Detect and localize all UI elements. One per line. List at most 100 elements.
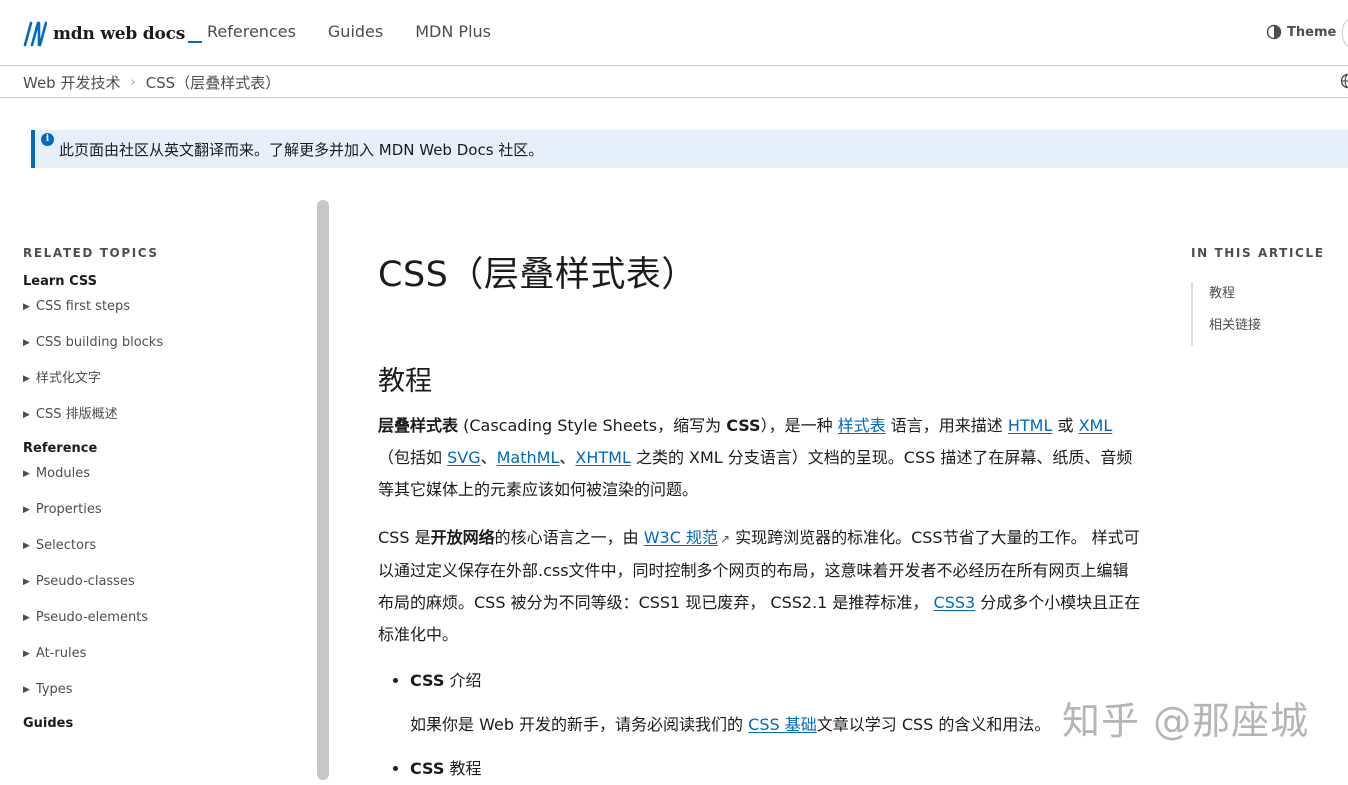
language-icon[interactable]: [1340, 73, 1348, 89]
sidebar-item-label: Types: [36, 672, 73, 708]
expand-triangle-icon: ▶: [23, 600, 30, 636]
expand-triangle-icon: ▶: [23, 289, 30, 325]
link-stylesheet[interactable]: 样式表: [838, 416, 886, 435]
expand-triangle-icon: ▶: [23, 325, 30, 361]
theme-label: Theme: [1287, 25, 1336, 40]
sidebar-title: RELATED TOPICS: [23, 246, 313, 260]
info-icon: i: [41, 133, 54, 146]
link-w3c-spec[interactable]: W3C 规范: [644, 528, 718, 547]
text-span: CSS 是: [378, 528, 431, 547]
zhihu-watermark: 知乎 @那座城: [1062, 690, 1309, 745]
link-css3[interactable]: CSS3: [934, 593, 976, 612]
text-span: ），是一种: [761, 416, 838, 435]
text-span: 、: [559, 448, 575, 467]
breadcrumb: Web 开发技术 › CSS（层叠样式表）: [23, 72, 280, 93]
notice-text: 此页面由社区从英文翻译而来。了解更多并加入 MDN Web Docs 社区。: [59, 139, 543, 160]
sidebar-item-label: Modules: [36, 456, 90, 492]
logo-text: mdn web docs: [53, 24, 185, 44]
expand-triangle-icon: ▶: [23, 361, 30, 397]
page-title: CSS（层叠样式表）: [378, 246, 1143, 297]
toc-title: IN THIS ARTICLE: [1191, 246, 1348, 260]
list-item-bold: CSS: [410, 671, 444, 690]
term-bold: 层叠样式表: [378, 416, 458, 435]
mdn-logo[interactable]: mdn web docs: [23, 20, 202, 48]
section-heading-tutorial: 教程: [378, 359, 1143, 398]
term-bold: 开放网络: [431, 528, 495, 547]
sidebar-item-pseudo-classes[interactable]: ▶Pseudo-classes: [23, 564, 313, 600]
text-span: 文章以学习 CSS 的含义和用法。: [817, 715, 1051, 734]
breadcrumb-css[interactable]: CSS（层叠样式表）: [146, 72, 281, 93]
translation-notice: i 此页面由社区从英文翻译而来。了解更多并加入 MDN Web Docs 社区。: [31, 130, 1348, 168]
sidebar-group-learn-css[interactable]: Learn CSS: [23, 274, 313, 289]
nav-references[interactable]: References: [207, 22, 296, 41]
sidebar-item-properties[interactable]: ▶Properties: [23, 492, 313, 528]
external-link-icon: ↗: [720, 532, 730, 546]
text-span: (Cascading Style Sheets，缩写为: [458, 416, 726, 435]
sidebar-item-label: Pseudo-elements: [36, 600, 148, 636]
breadcrumb-bar: Web 开发技术 › CSS（层叠样式表）: [0, 66, 1348, 98]
sidebar-item-label: Pseudo-classes: [36, 564, 135, 600]
expand-triangle-icon: ▶: [23, 492, 30, 528]
toc-list: 教程 相关链接: [1191, 282, 1348, 346]
link-css-basics[interactable]: CSS 基础: [748, 715, 817, 734]
link-svg[interactable]: SVG: [447, 448, 481, 467]
list-item-description: 如果你是 Web 开发的新手，请务必阅读我们的 CSS 基础文章以学习 CSS …: [410, 709, 1143, 741]
text-span: 如果你是 Web 开发的新手，请务必阅读我们的: [410, 715, 748, 734]
text-span: 或: [1052, 416, 1078, 435]
sidebar-item-pseudo-elements[interactable]: ▶Pseudo-elements: [23, 600, 313, 636]
list-item-bold: CSS: [410, 759, 444, 778]
expand-triangle-icon: ▶: [23, 564, 30, 600]
breadcrumb-web-tech[interactable]: Web 开发技术: [23, 72, 120, 93]
theme-contrast-icon: [1266, 24, 1282, 40]
sidebar-item-modules[interactable]: ▶Modules: [23, 456, 313, 492]
sidebar-item-css-first-steps[interactable]: ▶CSS first steps: [23, 289, 313, 325]
top-header: mdn web docs References Guides MDN Plus …: [0, 0, 1348, 66]
in-this-article: IN THIS ARTICLE 教程 相关链接: [1191, 246, 1348, 346]
sidebar-group-reference[interactable]: Reference: [23, 441, 313, 456]
link-xhtml[interactable]: XHTML: [575, 448, 630, 467]
link-mathml[interactable]: MathML: [497, 448, 560, 467]
list-item-label: 教程: [444, 759, 481, 778]
text-span: 、: [481, 448, 497, 467]
term-bold: CSS: [726, 416, 760, 435]
sidebar-item-label: CSS first steps: [36, 289, 130, 325]
logo-cursor: [188, 41, 202, 43]
text-span: 语言，用来描述: [886, 416, 1008, 435]
list-item: CSS 介绍 如果你是 Web 开发的新手，请务必阅读我们的 CSS 基础文章以…: [410, 665, 1143, 741]
sidebar-item-selectors[interactable]: ▶Selectors: [23, 528, 313, 564]
list-item: CSS 教程: [410, 753, 1143, 785]
intro-paragraph: 层叠样式表 (Cascading Style Sheets，缩写为 CSS），是…: [378, 410, 1143, 506]
link-xml[interactable]: XML: [1079, 416, 1113, 435]
toc-item-tutorial[interactable]: 教程: [1209, 282, 1348, 314]
theme-button[interactable]: Theme: [1266, 24, 1336, 40]
sidebar: RELATED TOPICS Learn CSS ▶CSS first step…: [23, 246, 313, 731]
sidebar-item-label: 样式化文字: [36, 361, 101, 397]
sidebar-item-styling-text[interactable]: ▶样式化文字: [23, 361, 313, 397]
sidebar-item-label: At-rules: [36, 636, 86, 672]
expand-triangle-icon: ▶: [23, 456, 30, 492]
expand-triangle-icon: ▶: [23, 528, 30, 564]
list-item-label: 介绍: [444, 671, 481, 690]
sidebar-item-label: CSS 排版概述: [36, 397, 118, 433]
expand-triangle-icon: ▶: [23, 397, 30, 433]
expand-triangle-icon: ▶: [23, 636, 30, 672]
second-paragraph: CSS 是开放网络的核心语言之一，由 W3C 规范↗ 实现跨浏览器的标准化。CS…: [378, 522, 1143, 651]
link-html[interactable]: HTML: [1008, 416, 1053, 435]
sidebar-item-types[interactable]: ▶Types: [23, 672, 313, 708]
expand-triangle-icon: ▶: [23, 672, 30, 708]
sidebar-item-css-building-blocks[interactable]: ▶CSS building blocks: [23, 325, 313, 361]
sidebar-scrollbar[interactable]: [317, 200, 329, 780]
main-content: CSS（层叠样式表） 教程 层叠样式表 (Cascading Style She…: [378, 246, 1143, 785]
sidebar-item-label: Properties: [36, 492, 102, 528]
sidebar-group-guides[interactable]: Guides: [23, 716, 313, 731]
topic-list: CSS 介绍 如果你是 Web 开发的新手，请务必阅读我们的 CSS 基础文章以…: [410, 665, 1143, 785]
sidebar-item-css-layout[interactable]: ▶CSS 排版概述: [23, 397, 313, 433]
text-span: 的核心语言之一，由: [495, 528, 644, 547]
breadcrumb-separator: ›: [130, 75, 135, 90]
sidebar-item-label: CSS building blocks: [36, 325, 163, 361]
toc-item-related-links[interactable]: 相关链接: [1209, 314, 1348, 346]
sidebar-item-at-rules[interactable]: ▶At-rules: [23, 636, 313, 672]
nav-guides[interactable]: Guides: [328, 22, 383, 41]
header-login-button-edge[interactable]: [1342, 16, 1348, 50]
nav-mdn-plus[interactable]: MDN Plus: [415, 22, 491, 41]
